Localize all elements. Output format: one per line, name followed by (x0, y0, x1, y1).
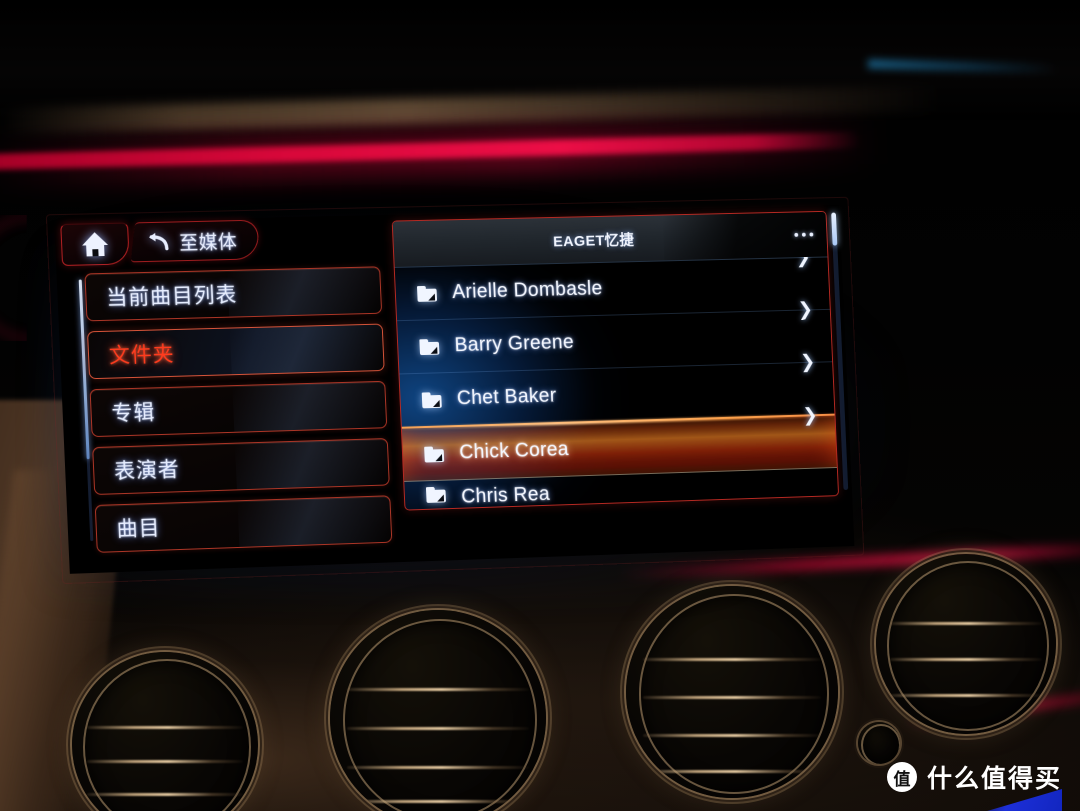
list-item-label: Chet Baker (456, 384, 557, 410)
folder-list: Arielle Dombasle ❯ Barry Greene ❯ Chet B… (394, 247, 839, 511)
sidebar-item-sheen (227, 267, 382, 317)
ellipsis-icon[interactable] (794, 232, 814, 237)
air-vent-3[interactable] (626, 586, 838, 798)
screen-navbar: 至媒体 (60, 219, 261, 268)
folder-icon (421, 391, 442, 408)
sidebar-item-label: 当前曲目列表 (105, 283, 238, 310)
sidebar-item-albums[interactable]: 专辑 (89, 380, 388, 438)
chevron-right-icon: ❯ (799, 352, 816, 373)
sidebar-item-tracks[interactable]: 曲目 (94, 495, 393, 553)
folder-icon (425, 486, 447, 503)
screenshot-stage: 至媒体 当前曲目列表 文件夹 专辑 表演者 曲目 EAGET忆捷 Arielle… (0, 0, 1080, 811)
home-button[interactable] (60, 222, 130, 266)
list-item-label: Chris Rea (460, 483, 551, 508)
sidebar-item-artists[interactable]: 表演者 (92, 438, 390, 495)
sidebar-item-sheen (229, 324, 384, 375)
back-arrow-icon (144, 232, 171, 252)
vent-control-knob[interactable] (858, 722, 900, 764)
sidebar-item-label: 文件夹 (108, 342, 176, 368)
back-to-media-button[interactable]: 至媒体 (130, 219, 261, 263)
list-item-label: Barry Greene (454, 331, 575, 357)
sidebar-item-current-playlist[interactable]: 当前曲目列表 (84, 266, 383, 322)
media-category-sidebar: 当前曲目列表 文件夹 专辑 表演者 曲目 (78, 266, 393, 563)
sidebar-item-label: 表演者 (113, 458, 181, 484)
list-item-label: Chick Corea (458, 438, 570, 464)
watermark-badge: 值 (886, 762, 917, 792)
chevron-right-icon: ❯ (797, 299, 814, 321)
folder-list-panel: EAGET忆捷 Arielle Dombasle ❯ Barry Greene … (391, 210, 840, 511)
sidebar-item-sheen (232, 381, 387, 432)
watermark-text: 什么值得买 (926, 765, 1062, 793)
sidebar-item-sheen (234, 439, 389, 490)
back-button-label: 至媒体 (179, 231, 238, 254)
sidebar-item-folders[interactable]: 文件夹 (86, 323, 385, 380)
air-vent-2[interactable] (330, 610, 546, 811)
air-vent-4[interactable] (876, 554, 1056, 734)
home-icon (81, 231, 109, 257)
folder-icon (416, 285, 438, 302)
chevron-right-icon: ❯ (802, 405, 819, 427)
sidebar-item-label: 专辑 (111, 401, 156, 426)
folder-icon (419, 338, 440, 355)
infotainment-screen: 至媒体 当前曲目列表 文件夹 专辑 表演者 曲目 EAGET忆捷 Arielle… (45, 196, 865, 585)
list-item-label: Arielle Dombasle (451, 277, 604, 303)
list-scrollbar-thumb[interactable] (831, 212, 838, 246)
air-vent-1[interactable] (72, 652, 258, 811)
sidebar-item-label: 曲目 (116, 516, 161, 542)
panel-title: EAGET忆捷 (552, 231, 635, 250)
watermark: 值 什么值得买 (886, 759, 1062, 811)
folder-icon (424, 446, 445, 463)
sidebar-item-sheen (237, 496, 392, 547)
